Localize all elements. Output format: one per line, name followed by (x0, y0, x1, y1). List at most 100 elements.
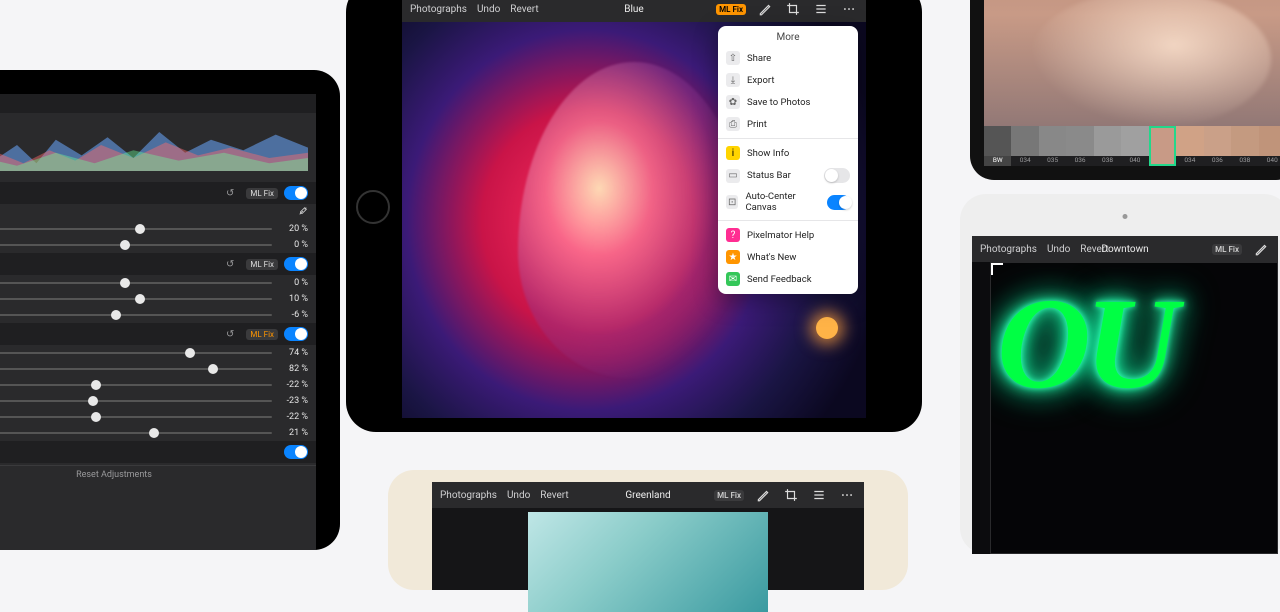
back-button[interactable]: Photographs (980, 244, 1037, 255)
revert-button[interactable]: Revert (540, 490, 568, 501)
info-icon: i (726, 146, 740, 160)
auto-center-toggle[interactable] (827, 195, 850, 210)
export-icon: ⤓ (726, 73, 740, 87)
photos-icon: ✿ (726, 95, 740, 109)
mlfix-chip[interactable]: ML Fix (246, 259, 278, 270)
filter-thumb[interactable] (1149, 126, 1176, 166)
ipad-bottom-center: Photographs Undo Revert Greenland ML Fix (388, 470, 908, 590)
save-to-photos-item[interactable]: ✿Save to Photos (718, 91, 858, 113)
revert-button[interactable]: Revert (510, 4, 538, 15)
print-icon: ⎙ (726, 117, 740, 131)
camera-dot (1123, 214, 1128, 219)
back-button[interactable]: Photographs (440, 490, 497, 501)
filter-thumb[interactable]: 040 (1121, 126, 1148, 166)
toolbar: Photographs Undo Revert Greenland ML Fix (432, 482, 864, 508)
adjust-icon[interactable] (812, 0, 830, 18)
adjust-icon[interactable] (810, 486, 828, 504)
white-balance-header[interactable]: White Balance ↺ ML Fix (0, 182, 316, 204)
retouch-icon[interactable] (1252, 240, 1270, 258)
retouch-icon[interactable] (756, 0, 774, 18)
auto-center-item[interactable]: ⊡Auto-Center Canvas (718, 187, 858, 217)
exposure-slider[interactable]: Exposure74 % (0, 345, 316, 361)
hue-saturation-toggle[interactable] (284, 257, 308, 271)
ipad-left: Histogram White Balance ↺ ML Fix Grey (0, 70, 340, 550)
lightness-toggle[interactable] (284, 327, 308, 341)
more-icon[interactable] (840, 0, 858, 18)
photo-canvas[interactable] (432, 508, 864, 590)
filter-thumb[interactable]: 038 (1094, 126, 1121, 166)
vibrance-slider[interactable]: Vibrance-6 % (0, 307, 316, 323)
undo-button[interactable]: Undo (1047, 244, 1070, 255)
brightness-slider[interactable]: Brightness-23 % (0, 393, 316, 409)
feedback-icon: ✉ (726, 272, 740, 286)
photo-preview (1029, 0, 1271, 128)
mlfix-chip[interactable]: ML Fix (246, 329, 278, 340)
export-item[interactable]: ⤓Export (718, 69, 858, 91)
filter-thumb[interactable]: 038 (1231, 126, 1258, 166)
temperature-slider[interactable]: Temperature20 % (0, 221, 316, 237)
share-icon: ⇧ (726, 51, 740, 65)
feedback-item[interactable]: ✉Send Feedback (718, 268, 858, 290)
help-icon: ? (726, 228, 740, 242)
document-title: Greenland (625, 490, 670, 501)
crop-icon[interactable] (782, 486, 800, 504)
share-item[interactable]: ⇧Share (718, 47, 858, 69)
eyedropper-icon[interactable] (298, 206, 308, 219)
highlights-slider[interactable]: Highlights82 % (0, 361, 316, 377)
status-bar-toggle[interactable] (824, 168, 850, 183)
filter-thumb[interactable]: 036 (1204, 126, 1231, 166)
hue-saturation-header[interactable]: Hue & Saturation ↺ ML Fix (0, 253, 316, 275)
grey-picker-row[interactable]: Grey (0, 204, 316, 221)
document-title: Downtown (1101, 244, 1148, 255)
filter-thumb[interactable]: 040 (1259, 126, 1280, 166)
crop-handle[interactable] (991, 263, 1003, 275)
filter-thumb[interactable]: 034 (1176, 126, 1203, 166)
histogram-graph (0, 113, 316, 182)
more-icon[interactable] (838, 486, 856, 504)
autocenter-icon: ⊡ (726, 195, 738, 209)
status-bar-item[interactable]: ▭Status Bar (718, 164, 858, 187)
adjustments-panel: Histogram White Balance ↺ ML Fix Grey (0, 94, 316, 550)
hue-slider[interactable]: Hue0 % (0, 275, 316, 291)
undo-button[interactable]: Undo (477, 4, 500, 15)
shadows-slider[interactable]: Shadows-22 % (0, 377, 316, 393)
toolbar: Photographs Undo Revert Downtown ML Fix (972, 236, 1278, 262)
help-item[interactable]: ?Pixelmator Help (718, 224, 858, 246)
show-info-item[interactable]: iShow Info (718, 142, 858, 164)
back-button[interactable]: Photographs (410, 4, 467, 15)
ipad-bottom-right: Photographs Undo Revert Downtown ML Fix … (960, 194, 1280, 554)
reset-icon[interactable]: ↺ (226, 259, 234, 270)
document-title: Blue (624, 4, 643, 15)
contrast-slider[interactable]: Contrast-22 % (0, 409, 316, 425)
statusbar-icon: ▭ (726, 169, 740, 183)
mlfix-button[interactable]: ML Fix (714, 490, 744, 501)
retouch-icon[interactable] (754, 486, 772, 504)
home-button[interactable] (356, 190, 390, 224)
ipad-top-right: BW034035036038040034036038040 (970, 0, 1280, 180)
black-point-slider[interactable]: Black Point21 % (0, 425, 316, 441)
filter-thumb[interactable]: 034 (1011, 126, 1038, 166)
color-balance-header[interactable]: Color Balance (0, 441, 316, 463)
whats-new-item[interactable]: ★What's New (718, 246, 858, 268)
print-item[interactable]: ⎙Print (718, 113, 858, 135)
histogram-header: Histogram (0, 94, 316, 113)
white-balance-toggle[interactable] (284, 186, 308, 200)
color-balance-toggle[interactable] (284, 445, 308, 459)
filter-bw[interactable]: BW (984, 126, 1011, 166)
mlfix-button[interactable]: ML Fix (716, 4, 746, 15)
undo-button[interactable]: Undo (507, 490, 530, 501)
reset-icon[interactable]: ↺ (226, 188, 234, 199)
photo-canvas[interactable]: OU (990, 262, 1278, 554)
more-popover: More ⇧Share ⤓Export ✿Save to Photos ⎙Pri… (718, 26, 858, 294)
mlfix-chip[interactable]: ML Fix (246, 188, 278, 199)
tint-slider[interactable]: Tint0 % (0, 237, 316, 253)
reset-adjustments-button[interactable]: Reset Adjustments (0, 465, 316, 480)
filter-thumb[interactable]: 035 (1039, 126, 1066, 166)
saturation-slider[interactable]: Saturation10 % (0, 291, 316, 307)
reset-icon[interactable]: ↺ (226, 329, 234, 340)
lightness-header[interactable]: Lightness ↺ ML Fix (0, 323, 316, 345)
neon-photo: OU (997, 272, 1173, 416)
filter-thumb[interactable]: 036 (1066, 126, 1093, 166)
crop-icon[interactable] (784, 0, 802, 18)
mlfix-button[interactable]: ML Fix (1212, 244, 1242, 255)
